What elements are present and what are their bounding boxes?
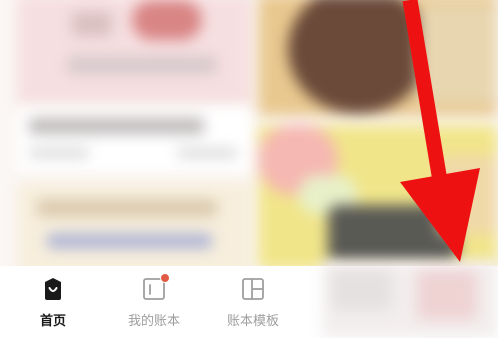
- blurred-region: [322, 260, 498, 338]
- tab-home[interactable]: 首页: [13, 266, 93, 338]
- feed-card-1[interactable]: [17, 0, 252, 106]
- tab-my-ledgers[interactable]: 我的账本: [114, 266, 194, 338]
- notification-badge: [160, 273, 170, 283]
- feed-card-1-caption: [17, 108, 252, 172]
- tab-home-label: 首页: [39, 314, 66, 329]
- feed-card-4[interactable]: [258, 125, 498, 270]
- feed-card-3[interactable]: [17, 182, 252, 270]
- ledger-icon: [141, 273, 170, 302]
- tab-ledger-templates[interactable]: 账本模板: [213, 266, 293, 338]
- tab-my-ledgers-label: 我的账本: [127, 314, 180, 329]
- tab-ledger-templates-label: 账本模板: [226, 314, 279, 329]
- home-bag-icon: [45, 278, 61, 300]
- content-feed[interactable]: [0, 0, 498, 270]
- template-grid-icon: [242, 278, 264, 300]
- feed-card-2[interactable]: [258, 0, 498, 116]
